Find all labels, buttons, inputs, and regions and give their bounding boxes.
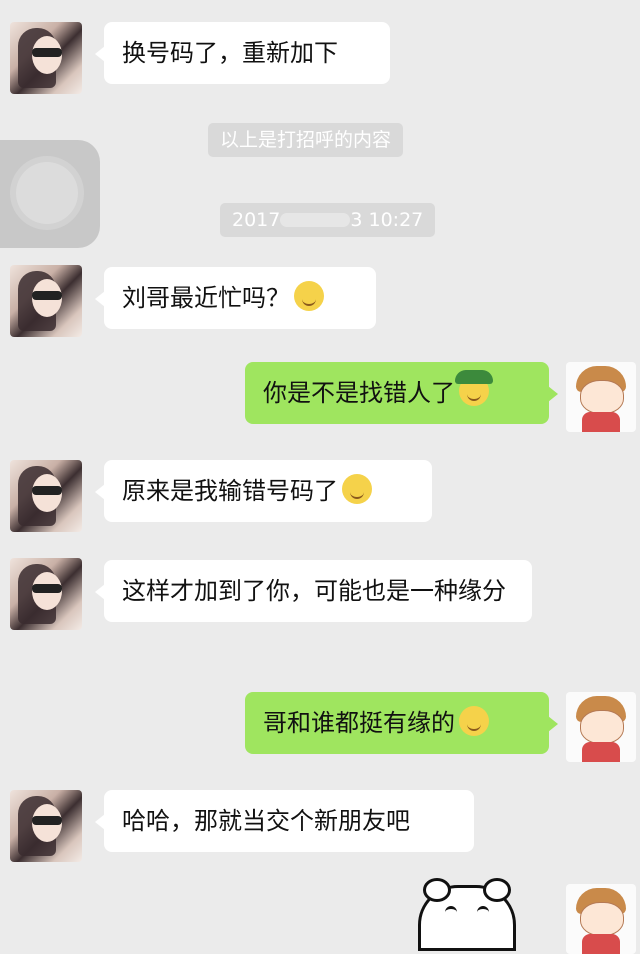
message-bubble[interactable]: 这样才加到了你，可能也是一种缘分 xyxy=(95,560,532,622)
message-bubble[interactable]: 哈哈，那就当交个新朋友吧 xyxy=(95,790,474,852)
message-bubble[interactable]: 哥和谁都挺有缘的 xyxy=(245,692,558,754)
message-bubble[interactable]: 换号码了，重新加下 xyxy=(95,22,390,84)
timestamp-start: 2017 xyxy=(232,209,281,231)
my-avatar[interactable] xyxy=(566,362,636,432)
message-text: 原来是我输错号码了 xyxy=(122,477,338,505)
contact-avatar[interactable] xyxy=(10,460,82,532)
message-text: 换号码了，重新加下 xyxy=(122,39,338,67)
contact-avatar[interactable] xyxy=(10,265,82,337)
message-text: 哈哈，那就当交个新朋友吧 xyxy=(122,807,410,835)
dizzy-emoji xyxy=(342,474,372,504)
bear-sticker[interactable] xyxy=(418,878,516,951)
system-notice: 以上是打招呼的内容 xyxy=(208,123,404,157)
message-text: 你是不是找错人了 xyxy=(263,379,455,407)
smile-emoji xyxy=(294,281,324,311)
message-bubble[interactable]: 你是不是找错人了 xyxy=(245,362,558,424)
message-bubble[interactable]: 刘哥最近忙吗？ xyxy=(95,267,376,329)
message-bubble[interactable]: 原来是我输错号码了 xyxy=(95,460,432,522)
my-avatar[interactable] xyxy=(566,884,636,954)
voice-call-avatar[interactable] xyxy=(0,140,100,248)
contact-avatar[interactable] xyxy=(10,790,82,862)
message-text: 刘哥最近忙吗？ xyxy=(122,284,290,312)
my-avatar[interactable] xyxy=(566,692,636,762)
contact-avatar[interactable] xyxy=(10,22,82,94)
message-text: 哥和谁都挺有缘的 xyxy=(263,709,455,737)
contact-avatar[interactable] xyxy=(10,558,82,630)
message-text: 这样才加到了你，可能也是一种缘分 xyxy=(122,577,506,605)
timestamp: 2017 3 10:27 xyxy=(220,203,436,237)
hat-emoji xyxy=(455,370,493,406)
timestamp-end: 3 10:27 xyxy=(350,209,424,231)
greeting-notice-text: 以上是打招呼的内容 xyxy=(220,129,392,151)
smile-emoji xyxy=(459,706,489,736)
